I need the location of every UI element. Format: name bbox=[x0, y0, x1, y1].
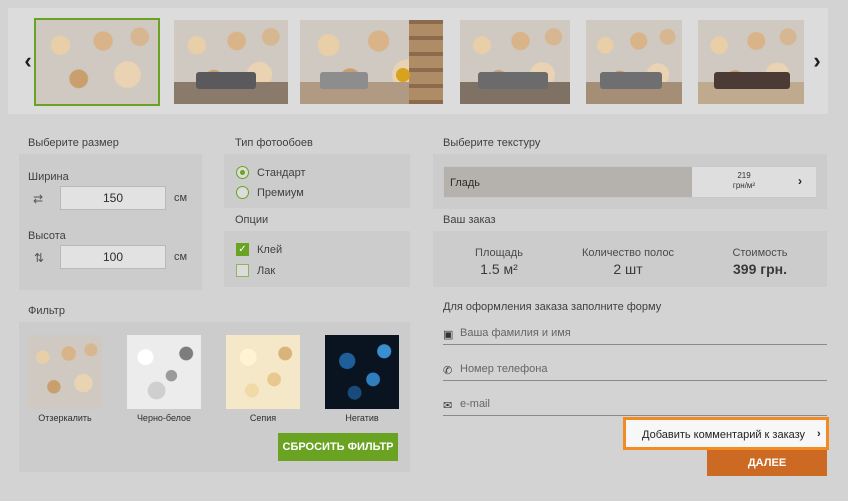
chevron-left-icon[interactable]: ‹ bbox=[18, 48, 38, 74]
next-button[interactable]: ДАЛЕЕ bbox=[707, 450, 827, 476]
form-section-title: Для оформления заказа заполните форму bbox=[443, 301, 662, 313]
option-checkbox-varnish[interactable] bbox=[236, 264, 249, 277]
type-label-premium: Премиум bbox=[257, 187, 304, 199]
texture-name: Гладь bbox=[450, 177, 481, 189]
chevron-right-icon[interactable]: › bbox=[807, 48, 827, 74]
width-input[interactable]: 150 bbox=[60, 186, 166, 210]
strips-label: Количество полос bbox=[581, 247, 675, 259]
phone-icon: ✆ bbox=[443, 365, 453, 377]
order-panel bbox=[433, 231, 827, 287]
name-field[interactable]: ▣ bbox=[443, 325, 827, 345]
filter-negative-preview[interactable] bbox=[325, 335, 399, 409]
carousel-thumb-1[interactable] bbox=[34, 18, 160, 106]
type-radio-standard[interactable] bbox=[236, 166, 249, 179]
carousel-thumb-6[interactable] bbox=[698, 20, 804, 104]
filter-section-title: Фильтр bbox=[28, 305, 65, 317]
carousel-thumb-2[interactable] bbox=[174, 20, 288, 104]
type-section-title: Тип фотообоев bbox=[235, 137, 313, 149]
option-checkbox-glue[interactable]: ✓ bbox=[236, 243, 249, 256]
filter-bw-label: Черно-белое bbox=[136, 413, 192, 423]
filter-bw-preview[interactable] bbox=[127, 335, 201, 409]
area-value: 1.5 м² bbox=[480, 261, 518, 277]
width-label: Ширина bbox=[28, 171, 69, 183]
texture-price-box: 219 грн/м² › bbox=[692, 167, 816, 197]
filter-mirror-preview[interactable] bbox=[28, 335, 102, 409]
options-section-title: Опции bbox=[235, 214, 269, 226]
cost-label: Стоимость bbox=[732, 247, 788, 259]
add-comment-label: Добавить комментарий к заказу bbox=[642, 429, 806, 441]
carousel-thumb-3[interactable] bbox=[300, 20, 443, 104]
carousel-thumb-5[interactable] bbox=[586, 20, 682, 104]
filter-negative-label: Негатив bbox=[345, 413, 379, 423]
size-section-title: Выберите размер bbox=[28, 137, 119, 149]
order-section-title: Ваш заказ bbox=[443, 214, 496, 226]
email-input[interactable] bbox=[460, 398, 820, 410]
texture-price-value: 219 bbox=[737, 171, 751, 180]
option-label-glue: Клей bbox=[257, 244, 283, 256]
add-comment-button[interactable]: Добавить комментарий к заказу › bbox=[623, 417, 829, 450]
type-panel bbox=[224, 154, 410, 208]
height-unit: см bbox=[174, 251, 188, 263]
type-radio-premium[interactable] bbox=[236, 186, 249, 199]
cost-value: 399 грн. bbox=[733, 261, 787, 277]
option-label-varnish: Лак bbox=[257, 265, 276, 277]
envelope-icon: ✉ bbox=[443, 400, 453, 412]
area-label: Площадь bbox=[475, 247, 523, 259]
carousel-thumb-4[interactable] bbox=[460, 20, 570, 104]
width-unit: см bbox=[174, 192, 188, 204]
swap-horizontal-icon: ⇄ bbox=[33, 192, 44, 206]
filter-sepia-label: Сепия bbox=[249, 413, 277, 423]
phone-input[interactable] bbox=[460, 363, 820, 375]
texture-price-unit: грн/м² bbox=[732, 181, 756, 190]
name-input[interactable] bbox=[460, 327, 820, 339]
strips-value: 2 шт bbox=[613, 261, 643, 277]
phone-field[interactable]: ✆ bbox=[443, 361, 827, 381]
chevron-right-icon: › bbox=[798, 174, 802, 188]
filter-sepia-preview[interactable] bbox=[226, 335, 300, 409]
reset-filter-button[interactable]: СБРОСИТЬ ФИЛЬТР bbox=[278, 433, 398, 461]
filter-mirror-label: Отзеркалить bbox=[38, 413, 92, 423]
texture-section-title: Выберите текстуру bbox=[443, 137, 541, 149]
user-card-icon: ▣ bbox=[443, 329, 454, 341]
email-field[interactable]: ✉ bbox=[443, 396, 827, 416]
texture-option-smooth[interactable]: Гладь 219 грн/м² › bbox=[443, 166, 816, 198]
height-input[interactable]: 100 bbox=[60, 245, 166, 269]
options-panel bbox=[224, 231, 410, 287]
height-label: Высота bbox=[28, 230, 66, 242]
chevron-right-icon: › bbox=[817, 428, 821, 440]
swap-vertical-icon: ⇅ bbox=[34, 251, 45, 265]
wallpaper-carousel: ‹ › bbox=[8, 8, 828, 114]
texture-price: 219 грн/м² bbox=[692, 171, 796, 191]
type-label-standard: Стандарт bbox=[257, 167, 306, 179]
